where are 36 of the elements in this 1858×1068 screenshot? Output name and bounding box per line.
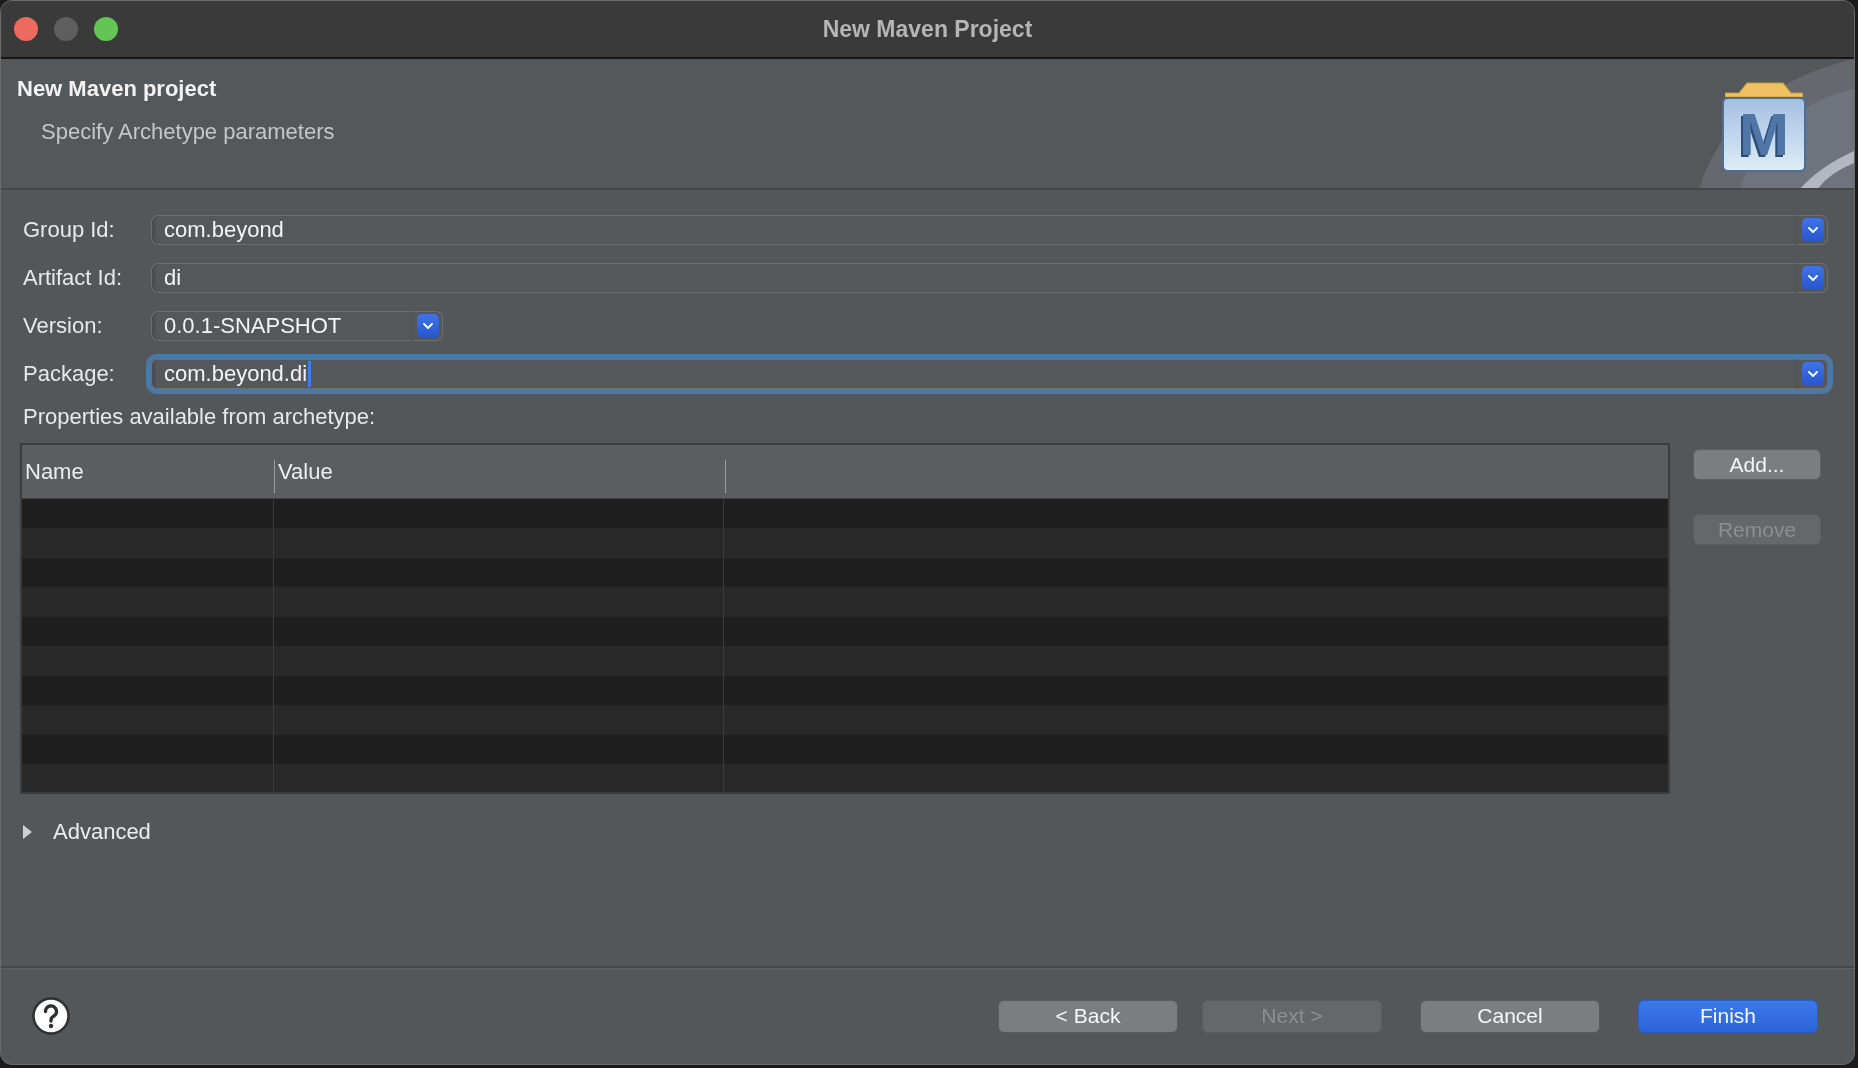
dropdown-button[interactable] [417, 314, 439, 338]
wizard-subtitle: Specify Archetype parameters [40, 119, 335, 145]
field-label: Package: [23, 361, 116, 387]
field-text: com.beyond.di [164, 361, 308, 387]
advanced-toggle[interactable]: Advanced [23, 819, 151, 845]
wizard-button[interactable]: Cancel [1420, 999, 1600, 1033]
close-window-button[interactable] [14, 17, 38, 41]
dropdown-button[interactable] [1802, 362, 1824, 386]
chevron-down-icon [423, 323, 433, 329]
field-label: Version: [23, 313, 104, 339]
field-label: Group Id: [23, 217, 116, 243]
text-caret [308, 361, 312, 387]
wizard-button[interactable]: < Back [998, 999, 1178, 1033]
zoom-window-button[interactable] [94, 17, 118, 41]
help-icon[interactable] [32, 997, 70, 1035]
chevron-down-icon [1808, 275, 1818, 281]
combo-box[interactable]: 0.0.1-SNAPSHOT [151, 311, 443, 341]
folder-logo: M [1722, 82, 1806, 172]
chevron-down-icon [1808, 227, 1818, 233]
side-button[interactable]: Add... [1693, 449, 1821, 480]
wizard-title: New Maven project [17, 76, 218, 102]
dropdown-button[interactable] [1802, 266, 1824, 290]
window-title: New Maven Project [822, 15, 1033, 43]
dropdown-button[interactable] [1802, 218, 1824, 242]
column-header[interactable]: Value [275, 445, 725, 498]
section-label: Properties available from archetype: [22, 404, 377, 430]
field-label: Artifact Id: [23, 265, 124, 291]
chevron-down-icon [1808, 371, 1818, 377]
field-text: com.beyond [164, 217, 284, 243]
wizard-button[interactable]: Finish [1638, 999, 1818, 1033]
column-header[interactable]: Name [22, 445, 274, 498]
combo-box[interactable]: di [151, 263, 1828, 293]
combo-box[interactable]: com.beyond [151, 215, 1828, 245]
field-text: di [164, 265, 182, 291]
field-text: 0.0.1-SNAPSHOT [164, 313, 342, 339]
combo-box[interactable]: com.beyond.di [146, 354, 1833, 394]
